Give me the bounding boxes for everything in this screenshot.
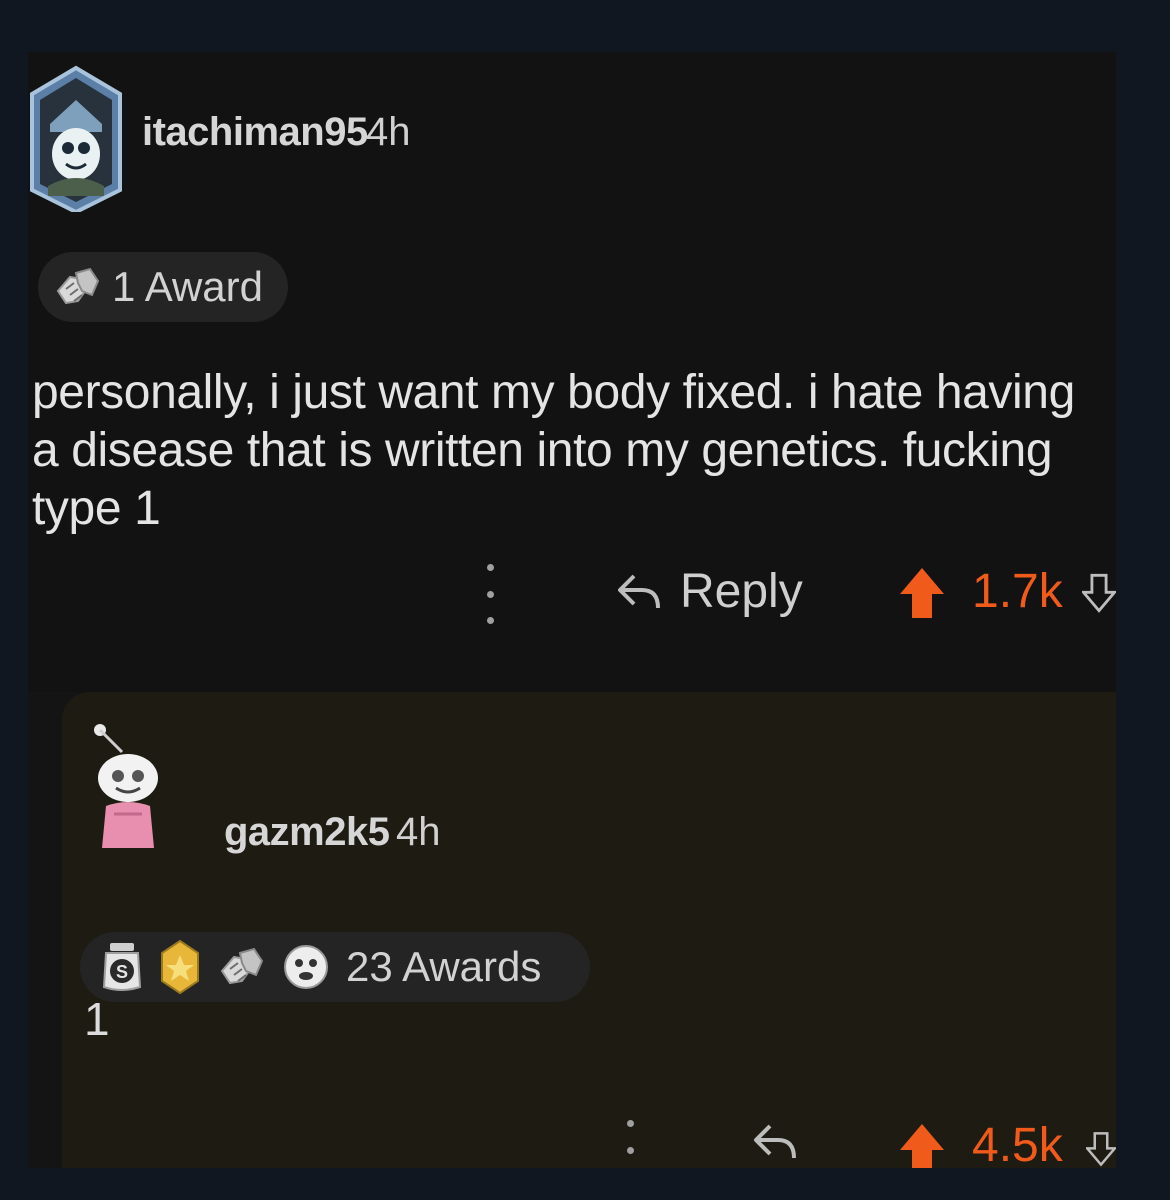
more-vertical-icon[interactable] [478, 564, 502, 624]
awards-count: 23 Awards [346, 943, 542, 990]
comment-thread: itachiman95 4h 1 Award personally, i jus… [28, 52, 1116, 1168]
comment-gazm2k5: gazm2k5 4h S 23 Awards 1 4.5k [62, 692, 1116, 1168]
downvote-arrow-icon[interactable] [1084, 1122, 1116, 1168]
comment-itachiman95: itachiman95 4h 1 Award personally, i jus… [28, 52, 1116, 692]
upvote-arrow-icon[interactable] [898, 566, 946, 625]
vote-score: 1.7k [972, 565, 1063, 618]
username[interactable]: itachiman95 [142, 110, 368, 155]
reply-arrow-icon [752, 1120, 798, 1164]
comment-body: 1 [84, 993, 110, 1045]
username[interactable]: gazm2k5 [224, 810, 390, 855]
awards-count: 1 Award [112, 263, 263, 310]
reply-arrow-icon [616, 570, 662, 614]
user-avatar[interactable] [28, 62, 124, 215]
handshake-award-icon [216, 941, 268, 993]
awards-pill[interactable]: 1 Award [38, 252, 288, 322]
comment-actions: 4.5k [28, 1110, 1116, 1168]
face-award-icon [282, 943, 330, 991]
upvote-arrow-icon[interactable] [898, 1122, 946, 1168]
vote-score: 4.5k [972, 1119, 1063, 1168]
user-avatar[interactable] [92, 722, 162, 852]
gold-award-icon [158, 939, 202, 995]
comment-actions: Reply 1.7k [28, 558, 1116, 628]
awards-pill[interactable]: S 23 Awards [80, 932, 590, 1002]
svg-text:S: S [116, 962, 128, 982]
downvote-arrow-icon[interactable] [1080, 566, 1116, 625]
reply-label: Reply [680, 565, 803, 618]
handshake-award-icon [52, 261, 104, 313]
comment-body: personally, i just want my body fixed. i… [32, 366, 1075, 535]
more-vertical-icon[interactable] [618, 1120, 642, 1168]
reply-button[interactable]: Reply [616, 564, 803, 619]
reply-button[interactable] [752, 1120, 798, 1164]
timestamp: 4h [396, 810, 441, 854]
silver-award-icon: S [100, 941, 144, 993]
timestamp: 4h [366, 110, 411, 154]
